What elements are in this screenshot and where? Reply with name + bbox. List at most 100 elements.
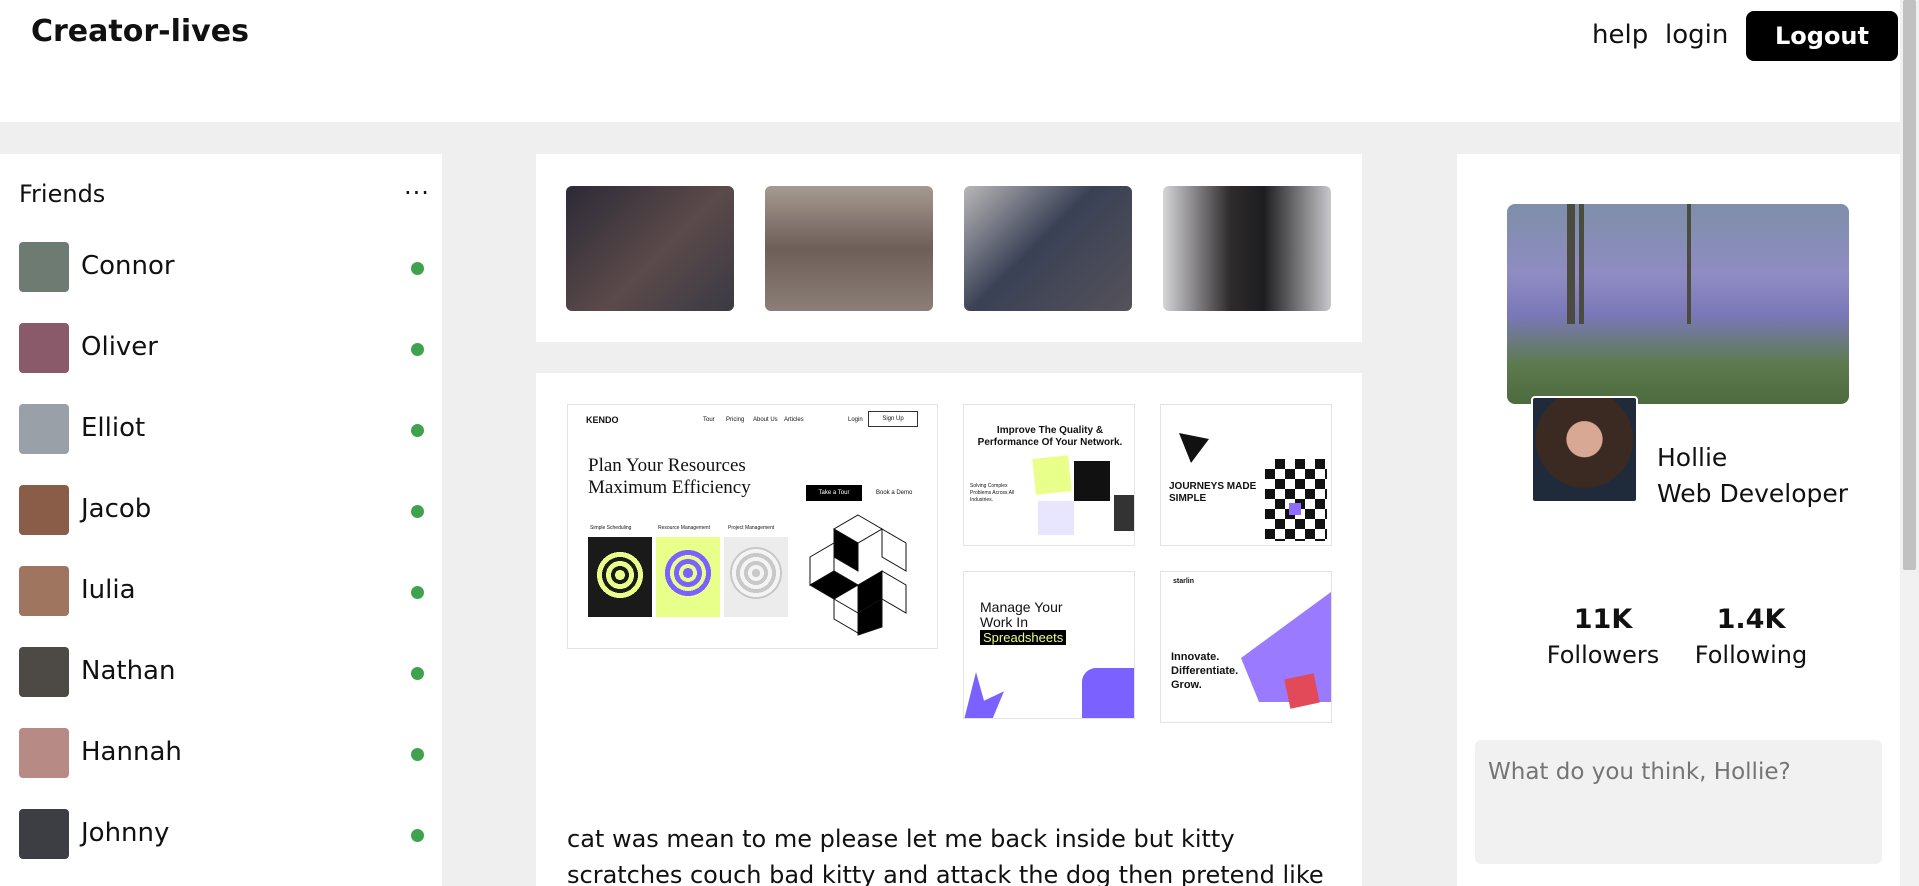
avatar: [19, 242, 69, 292]
mock-shape: [1082, 668, 1134, 718]
mock-tile: [1032, 455, 1072, 495]
avatar: [19, 485, 69, 535]
avatar: [19, 728, 69, 778]
help-link[interactable]: help: [1592, 20, 1648, 50]
friend-item[interactable]: Oliver: [19, 323, 429, 373]
login-link[interactable]: login: [1665, 20, 1728, 50]
story-photo[interactable]: [566, 186, 734, 311]
friends-title: Friends: [19, 180, 106, 208]
avatar: [19, 323, 69, 373]
friend-item[interactable]: Nathan: [19, 647, 429, 697]
mock-tag: Resource Management: [658, 525, 710, 531]
friend-name: Johnny: [81, 818, 170, 848]
following-count: 1.4K: [1716, 604, 1786, 635]
online-status-icon: [411, 748, 424, 761]
friend-item[interactable]: Iulia: [19, 566, 429, 616]
mock-logo: KENDO: [586, 415, 619, 425]
mock-pattern: [1265, 459, 1327, 541]
following-stat[interactable]: 1.4K Following: [1671, 604, 1831, 669]
brand-logo[interactable]: Creator-lives: [31, 14, 249, 49]
post-image[interactable]: starlin Innovate. Differentiate. Grow.: [1160, 571, 1332, 723]
mock-nav-item: Articles: [784, 417, 804, 423]
mock-tile: [656, 537, 720, 617]
post-image[interactable]: KENDO Tour Pricing About Us Articles Log…: [567, 404, 938, 649]
followers-count: 11K: [1573, 604, 1633, 635]
mock-shape: [964, 672, 1004, 718]
logout-button[interactable]: Logout: [1746, 11, 1898, 61]
profile-role: Web Developer: [1657, 479, 1849, 508]
mock-nav-item: Tour: [703, 417, 715, 423]
story-photo[interactable]: [765, 186, 933, 311]
mock-tile: [1284, 673, 1320, 709]
avatar[interactable]: [1531, 396, 1638, 503]
mock-login: Login: [848, 417, 863, 423]
mock-logo-shape: [1179, 433, 1209, 463]
cover-photo: [1507, 204, 1849, 404]
online-status-icon: [411, 505, 424, 518]
post-card: KENDO Tour Pricing About Us Articles Log…: [536, 373, 1362, 886]
online-status-icon: [411, 586, 424, 599]
friend-name: Iulia: [81, 575, 136, 605]
mock-title: Improve The Quality & Performance Of You…: [977, 425, 1123, 448]
friend-name: Nathan: [81, 656, 176, 686]
stories-strip: [536, 154, 1362, 342]
mock-logo: starlin: [1173, 578, 1195, 585]
mock-headline: Plan Your Resources: [588, 455, 746, 476]
followers-label: Followers: [1546, 641, 1660, 669]
friend-item[interactable]: Connor: [19, 242, 429, 292]
scrollbar-thumb[interactable]: [1903, 0, 1916, 570]
story-photo[interactable]: [964, 186, 1132, 311]
online-status-icon: [411, 343, 424, 356]
mock-cta-secondary: Book a Demo: [876, 490, 913, 496]
post-image[interactable]: Manage Your Work In Spreadsheets: [963, 571, 1135, 719]
avatar: [19, 404, 69, 454]
friend-name: Connor: [81, 251, 175, 281]
mock-signup: Sign Up: [868, 411, 918, 427]
friend-item[interactable]: Hannah: [19, 728, 429, 778]
mock-tag: Project Management: [728, 525, 775, 531]
mock-tile: [1038, 501, 1074, 535]
avatar: [19, 647, 69, 697]
post-composer-input[interactable]: [1475, 740, 1882, 864]
following-label: Following: [1694, 641, 1808, 669]
friends-panel: Friends ... Connor Oliver Elliot Jacob I…: [0, 154, 442, 886]
mock-headline: Maximum Efficiency: [588, 477, 751, 498]
friend-name: Jacob: [81, 494, 152, 524]
friend-name: Elliot: [81, 413, 146, 443]
mock-title: Spreadsheets: [980, 630, 1067, 645]
story-photo[interactable]: [1163, 186, 1331, 311]
mock-tile: [724, 537, 788, 617]
top-header: Creator-lives help login Logout: [0, 0, 1900, 122]
mock-tile: [1114, 495, 1134, 531]
mock-tile: [588, 537, 652, 617]
profile-name: Hollie: [1657, 443, 1728, 472]
mock-tile: [1289, 503, 1301, 515]
profile-panel: Hollie Web Developer 11K Followers 1.4K …: [1457, 154, 1900, 886]
friend-name: Oliver: [81, 332, 158, 362]
followers-stat[interactable]: 11K Followers: [1523, 604, 1683, 669]
online-status-icon: [411, 667, 424, 680]
page-scrollbar[interactable]: [1900, 0, 1919, 886]
mock-tile: [1074, 461, 1110, 501]
mock-subtitle: Solving Complex Problems Across All Indu…: [970, 483, 1015, 503]
post-image[interactable]: Improve The Quality & Performance Of You…: [963, 404, 1135, 546]
mock-title: Work In: [980, 614, 1028, 630]
mock-title: JOURNEYS MADE SIMPLE: [1169, 481, 1257, 504]
more-options-icon[interactable]: ...: [404, 172, 430, 200]
profile-name-block: Hollie Web Developer: [1657, 440, 1848, 512]
mock-nav-item: Pricing: [726, 417, 745, 423]
friend-item[interactable]: Elliot: [19, 404, 429, 454]
friend-name: Hannah: [81, 737, 182, 767]
friend-item[interactable]: Jacob: [19, 485, 429, 535]
avatar: [19, 809, 69, 859]
mock-title: Manage Your: [980, 599, 1063, 615]
avatar: [19, 566, 69, 616]
mock-tag: Simple Scheduling: [590, 525, 632, 531]
online-status-icon: [411, 829, 424, 842]
mock-cube-graphic: [809, 514, 907, 636]
friend-item[interactable]: Johnny: [19, 809, 429, 859]
online-status-icon: [411, 424, 424, 437]
post-image[interactable]: JOURNEYS MADE SIMPLE: [1160, 404, 1332, 546]
post-text: cat was mean to me please let me back in…: [567, 825, 1324, 886]
mock-title: Innovate. Differentiate. Grow.: [1171, 651, 1239, 691]
